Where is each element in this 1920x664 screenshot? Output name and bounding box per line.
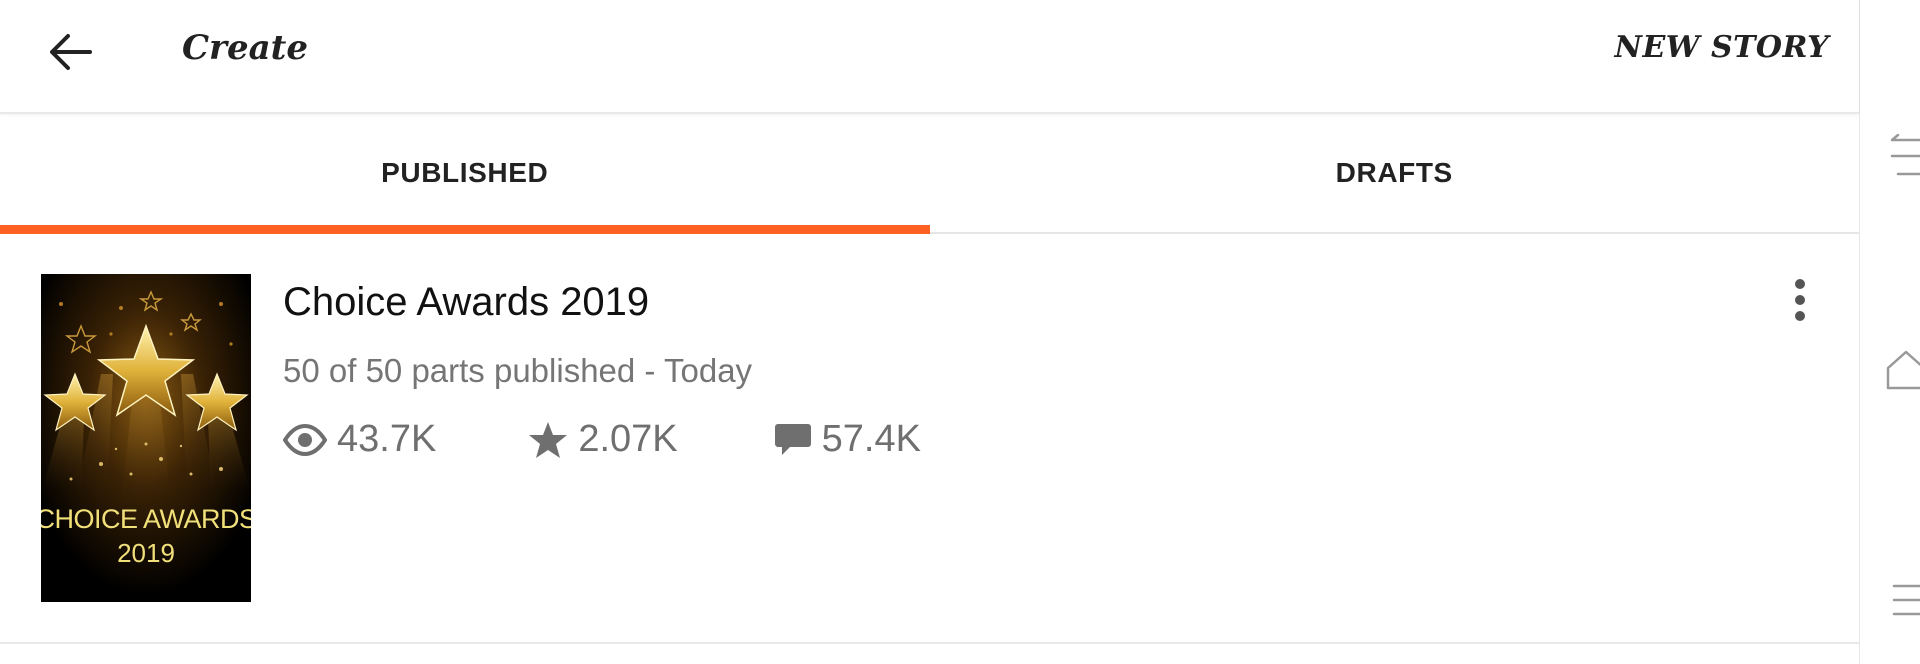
story-publish-status: 50 of 50 parts published - Today (283, 352, 753, 389)
reads-count: 43.7K (337, 418, 437, 460)
new-story-button[interactable]: NEW STORY (1615, 30, 1829, 65)
story-stats: 43.7K 2.07K 57.4K (283, 418, 921, 461)
votes-stat: 2.07K (528, 418, 678, 461)
home-icon[interactable] (1884, 348, 1920, 394)
comment-icon (774, 422, 812, 458)
recent-apps-icon[interactable] (1888, 134, 1920, 184)
tab-drafts-label: DRAFTS (1335, 157, 1453, 188)
menu-icon[interactable] (1888, 582, 1920, 624)
more-vertical-icon (1795, 279, 1805, 321)
story-title[interactable]: Choice Awards 2019 (283, 280, 649, 325)
story-list-item[interactable]: CHOICE AWARDS 2019 Choice Awards 2019 50… (0, 234, 1859, 644)
app-window: Create NEW STORY PUBLISHED DRAFTS CHOICE… (0, 0, 1860, 664)
tab-published-label: PUBLISHED (381, 157, 549, 188)
cover-title-line2: 2019 (117, 538, 175, 568)
votes-count: 2.07K (578, 418, 678, 460)
system-navigation-bar (1860, 0, 1920, 664)
back-button[interactable] (38, 24, 102, 80)
arrow-left-icon (50, 34, 92, 70)
top-app-bar: Create NEW STORY (0, 0, 1859, 114)
story-cover-image[interactable]: CHOICE AWARDS 2019 (41, 274, 251, 602)
eye-icon (283, 423, 327, 456)
star-icon (528, 421, 568, 459)
page-title: Create (182, 28, 308, 68)
tab-selected-indicator (0, 225, 930, 234)
cover-title-line1: CHOICE AWARDS (41, 504, 251, 534)
comments-stat: 57.4K (774, 418, 921, 461)
tab-bar: PUBLISHED DRAFTS (0, 114, 1859, 234)
story-options-button[interactable] (1774, 270, 1826, 330)
reads-stat: 43.7K (283, 418, 436, 461)
tab-drafts[interactable]: DRAFTS (930, 114, 1860, 232)
comments-count: 57.4K (821, 418, 921, 460)
tab-published[interactable]: PUBLISHED (0, 114, 930, 234)
